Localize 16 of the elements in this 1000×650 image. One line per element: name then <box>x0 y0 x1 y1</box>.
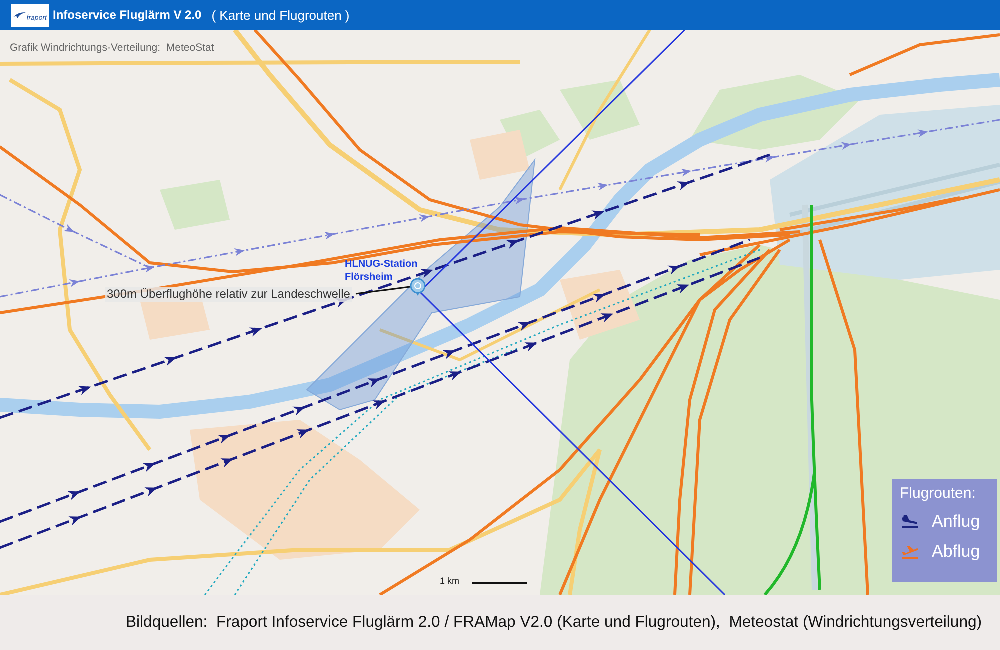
station-pin-icon <box>410 278 426 296</box>
legend-label: Anflug <box>932 511 980 533</box>
image-sources-caption: Bildquellen: Fraport Infoservice Fluglärm 2.0 / FRAMap V2.0 (Karte und Flugrouten), Meteostat (Windrichtungsverteilung) <box>126 614 982 632</box>
leader-line <box>356 286 410 295</box>
app-subtitle: ( Karte und Flugrouten ) <box>212 8 350 22</box>
station-label: HLNUG-Station Flörsheim <box>345 259 418 284</box>
scale-label: 1 km <box>440 576 460 586</box>
height-note: 300m Überflughöhe relativ zur Landeschwelle <box>105 287 352 302</box>
legend-title: Flugrouten: <box>900 485 977 503</box>
takeoff-plane-icon <box>900 544 920 560</box>
legend-label: Abflug <box>932 541 980 563</box>
scale-bar <box>472 582 527 584</box>
wind-source-note: Grafik Windrichtungs-Verteilung: MeteoStat <box>10 42 214 54</box>
swoosh-icon <box>13 10 27 20</box>
landing-plane-icon <box>900 514 920 530</box>
app-title: Infoservice Fluglärm V 2.0 <box>53 8 202 22</box>
